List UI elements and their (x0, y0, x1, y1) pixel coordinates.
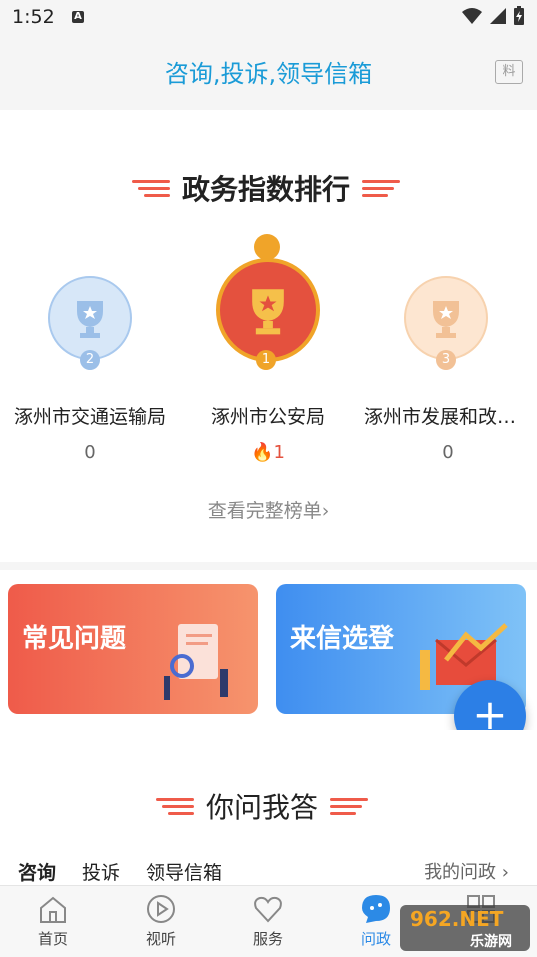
letters-banner-label: 来信选登 (290, 624, 395, 654)
medal-icon (254, 234, 280, 260)
trophy-icon (216, 258, 320, 362)
nav-service[interactable]: 服务 (233, 892, 303, 949)
ranking-heading: 政务指数排行 (132, 168, 401, 208)
rank-name[interactable]: 涿州市发展和改… (350, 402, 530, 429)
signal-icon (490, 8, 506, 24)
trophy-rank-3[interactable]: 3 (404, 276, 488, 370)
view-full-ranking-link[interactable]: 查看完整榜单› (0, 496, 537, 523)
rank-score: 1 (273, 442, 285, 463)
view-all-label: 查看完整榜单 (207, 500, 322, 522)
rank-badge: 1 (256, 350, 276, 370)
tab-consult[interactable]: 咨询 (18, 858, 56, 885)
watermark-brand: 962.NET (410, 907, 504, 931)
nav-label: 问政 (360, 930, 391, 948)
rank-badge: 2 (80, 350, 100, 370)
tab-leader-mailbox[interactable]: 领导信箱 (146, 858, 222, 885)
decor-stripes-right (330, 797, 369, 815)
rank-score: 0 (84, 442, 96, 463)
faq-banner[interactable]: 常见问题 (8, 584, 258, 714)
chevron-right-icon: › (501, 862, 509, 883)
rank-name[interactable]: 涿州市公安局 (178, 402, 358, 429)
decor-stripes-left (132, 179, 170, 197)
nav-home[interactable]: 首页 (18, 892, 88, 949)
heart-icon (254, 896, 282, 923)
nav-label: 视听 (145, 930, 176, 948)
rank-badge: 3 (436, 350, 456, 370)
qa-title: 你问我答 (206, 791, 319, 824)
rank-name[interactable]: 涿州市交通运输局 (0, 402, 180, 429)
nav-label: 首页 (37, 930, 68, 948)
page-title: 咨询,投诉,领导信箱 (164, 60, 373, 88)
play-icon (147, 895, 175, 923)
qa-tabs: 咨询 投诉 领导信箱 (18, 858, 222, 885)
qa-section: 你问我答 咨询 投诉 领导信箱 我的问政 › (0, 730, 537, 885)
ranking-card: 政务指数排行 2 1 3 涿州市交通运输局 涿州市公安局 涿州市发展和改… 0 … (0, 110, 537, 562)
wifi-icon (462, 8, 482, 24)
my-link-label: 我的问政 (424, 862, 497, 883)
rank-score-hot: 🔥1 (178, 442, 358, 463)
trophy-rank-1[interactable]: 1 (216, 234, 320, 370)
nav-media[interactable]: 视听 (126, 892, 196, 949)
fire-icon: 🔥 (251, 442, 274, 463)
nav-label: 服务 (252, 930, 283, 948)
status-bar: 1:52 A (0, 0, 537, 36)
home-icon (40, 896, 66, 923)
my-inquiries-link[interactable]: 我的问政 › (424, 858, 509, 884)
qa-heading: 你问我答 (156, 786, 369, 826)
rank-score: 0 (442, 442, 454, 463)
status-icons (461, 6, 525, 26)
notification-icon: A (72, 11, 84, 23)
watermark-logo: 962.NET 乐游网 (400, 905, 530, 951)
status-time: 1:52 (12, 6, 55, 28)
tab-complaint[interactable]: 投诉 (82, 858, 120, 885)
faq-banner-label: 常见问题 (22, 624, 127, 654)
edit-icon[interactable]: 料 (495, 60, 523, 84)
trophy-icon (404, 276, 488, 360)
chat-icon (362, 895, 390, 923)
battery-icon (514, 6, 524, 25)
trophy-rank-2[interactable]: 2 (48, 276, 132, 370)
chevron-right-icon: › (321, 500, 330, 522)
decor-stripes-right (362, 179, 401, 197)
watermark-sub: 乐游网 (470, 934, 512, 950)
ranking-title: 政务指数排行 (182, 173, 351, 206)
decor-stripes-left (156, 797, 194, 815)
app-header: 咨询,投诉,领导信箱 料 (0, 36, 537, 110)
faq-illustration-icon (164, 624, 228, 700)
trophy-icon (48, 276, 132, 360)
